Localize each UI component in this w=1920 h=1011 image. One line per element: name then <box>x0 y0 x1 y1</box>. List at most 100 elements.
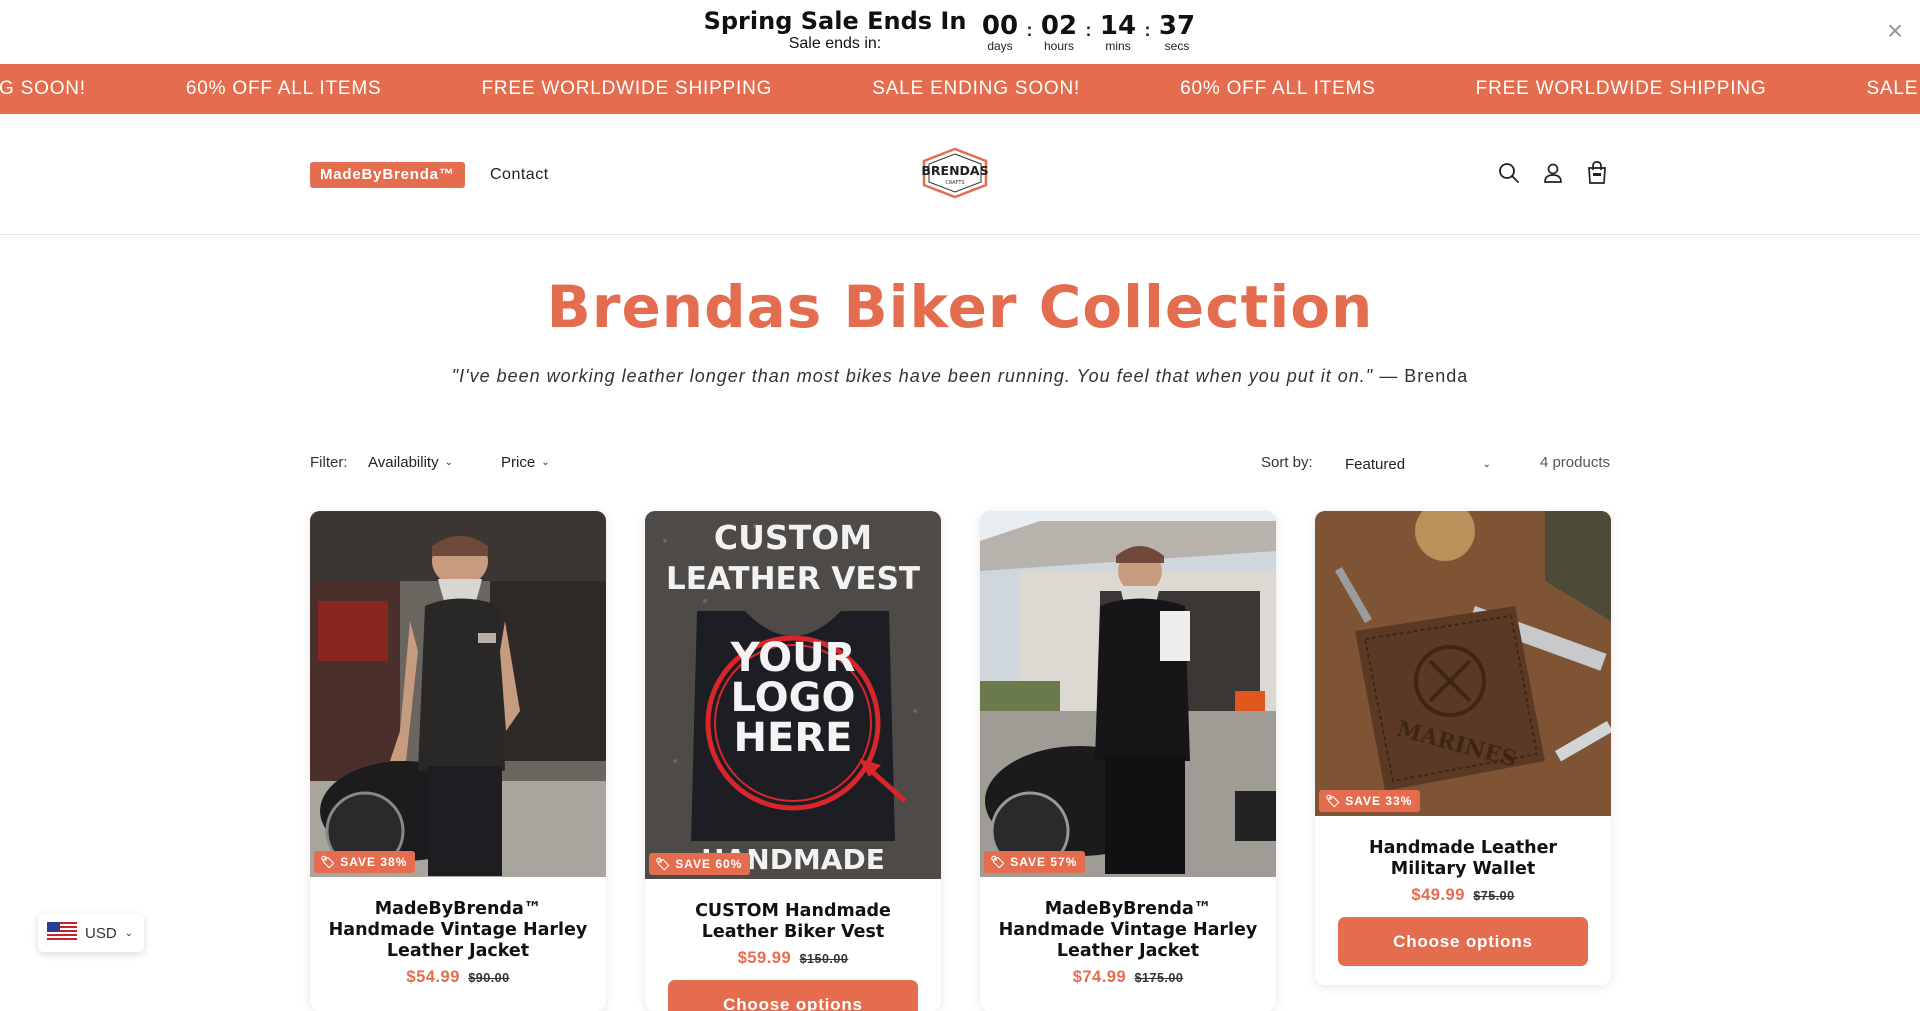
price-row: $54.99 $90.00 <box>310 962 606 987</box>
filter-bar: Filter: Availability ⌄ Price ⌄ Sort by: … <box>310 452 1610 478</box>
currency-selector[interactable]: USD ⌄ <box>38 914 144 952</box>
site-logo[interactable]: BRENDAS CRAFTS <box>920 147 990 199</box>
sale-price: $54.99 <box>406 968 460 986</box>
countdown-timer: 00 days : 02 hours : 14 mins : 37 secs <box>978 12 1199 52</box>
product-card[interactable]: MARINES 🏷 SAVE 33% Handmade Leather Mili… <box>1315 511 1611 985</box>
product-title[interactable]: CUSTOM Handmade Leather Biker Vest <box>645 879 941 943</box>
save-badge-label: SAVE 57% <box>1010 855 1078 869</box>
sort-select[interactable]: Featured ⌄ <box>1335 452 1495 476</box>
marquee-item: 60% OFF ALL ITEMS <box>1180 78 1376 99</box>
countdown-days: 00 days <box>978 12 1022 52</box>
promo-marquee: SALE ENDING SOON! 60% OFF ALL ITEMS FREE… <box>0 64 1920 114</box>
site-header: MadeByBrenda™ Contact BRENDAS CRAFTS <box>0 114 1920 235</box>
save-badge: 🏷 SAVE 33% <box>1319 790 1421 812</box>
product-image[interactable]: 🏷 SAVE 57% <box>980 511 1276 877</box>
countdown-mins-label: mins <box>1105 39 1131 53</box>
countdown-heading: Spring Sale Ends In Sale ends in: <box>700 6 970 52</box>
header-icons <box>1496 160 1610 186</box>
countdown-secs: 37 secs <box>1155 12 1199 52</box>
tag-icon: 🏷 <box>990 855 1007 869</box>
filter-availability-label: Availability <box>368 454 439 471</box>
product-title[interactable]: MadeByBrenda™ Handmade Vintage Harley Le… <box>980 877 1276 962</box>
product-image[interactable]: MARINES 🏷 SAVE 33% <box>1315 511 1611 816</box>
choose-options-button[interactable]: Choose options <box>668 980 918 1011</box>
compare-price: $75.00 <box>1473 889 1515 903</box>
collection-quote: "I've been working leather longer than m… <box>0 364 1920 388</box>
product-image[interactable]: 🏷 SAVE 38% <box>310 511 606 877</box>
sort-value: Featured <box>1345 455 1406 473</box>
filter-price[interactable]: Price ⌄ <box>501 454 550 471</box>
sort-label: Sort by: <box>1261 454 1313 471</box>
countdown-separator: : <box>1085 20 1092 40</box>
image-text: LEATHER VEST <box>666 561 920 597</box>
chevron-down-icon: ⌄ <box>444 457 453 468</box>
currency-code: USD <box>85 924 117 942</box>
filter-availability[interactable]: Availability ⌄ <box>368 454 453 471</box>
image-text: CUSTOM <box>714 518 872 557</box>
marquee-item: SALE ENDING SOON! <box>1866 78 1920 99</box>
chevron-down-icon: ⌄ <box>541 457 550 468</box>
save-badge-label: SAVE 38% <box>340 855 408 869</box>
filter-price-label: Price <box>501 454 536 471</box>
quote-text: "I've been working leather longer than m… <box>451 366 1374 386</box>
marquee-item: FREE WORLDWIDE SHIPPING <box>481 78 773 99</box>
logo-subtext: CRAFTS <box>945 180 964 186</box>
announcement-bar: Spring Sale Ends In Sale ends in: 00 day… <box>0 0 1920 64</box>
price-row: $74.99 $175.00 <box>980 962 1276 987</box>
countdown-days-label: days <box>987 39 1013 53</box>
countdown-title: Spring Sale Ends In <box>703 7 967 35</box>
product-card[interactable]: CUSTOM LEATHER VEST YOUR LOGO HERE HANDM… <box>645 511 941 1011</box>
marquee-item: 60% OFF ALL ITEMS <box>185 78 382 99</box>
countdown-hours: 02 hours <box>1037 12 1081 52</box>
search-icon[interactable] <box>1496 160 1522 186</box>
countdown-separator: : <box>1144 20 1151 40</box>
filter-label: Filter: <box>310 454 348 471</box>
nav-contact-link[interactable]: Contact <box>490 164 549 186</box>
sale-price: $49.99 <box>1411 886 1465 904</box>
product-card[interactable]: 🏷 SAVE 57% MadeByBrenda™ Handmade Vintag… <box>980 511 1276 1011</box>
compare-price: $90.00 <box>468 971 510 985</box>
marquee-item: FREE WORLDWIDE SHIPPING <box>1475 78 1767 99</box>
save-badge-label: SAVE 33% <box>1345 794 1413 808</box>
product-count: 4 products <box>1539 454 1610 471</box>
compare-price: $175.00 <box>1134 971 1184 985</box>
chevron-down-icon: ⌄ <box>124 927 134 939</box>
product-image[interactable]: CUSTOM LEATHER VEST YOUR LOGO HERE HANDM… <box>645 511 941 879</box>
cart-icon[interactable] <box>1584 160 1610 186</box>
marquee-item: SALE ENDING SOON! <box>0 78 86 99</box>
us-flag-icon <box>47 922 77 944</box>
image-text: HERE <box>734 715 853 761</box>
price-row: $59.99 $150.00 <box>645 943 941 968</box>
countdown-subtitle: Sale ends in: <box>788 35 882 52</box>
save-badge-label: SAVE 60% <box>675 857 743 871</box>
product-title[interactable]: MadeByBrenda™ Handmade Vintage Harley Le… <box>310 877 606 962</box>
countdown-secs-label: secs <box>1164 39 1190 53</box>
countdown-days-value: 00 <box>981 11 1019 41</box>
countdown-mins-value: 14 <box>1099 11 1137 41</box>
logo-text: BRENDAS <box>921 163 988 178</box>
choose-options-button[interactable]: Choose options <box>1338 917 1588 966</box>
countdown-separator: : <box>1026 20 1033 40</box>
marquee-track: SALE ENDING SOON! 60% OFF ALL ITEMS FREE… <box>0 64 1920 114</box>
sale-price: $59.99 <box>737 949 792 967</box>
chevron-down-icon: ⌄ <box>1482 458 1491 470</box>
save-badge: 🏷 SAVE 57% <box>984 851 1086 873</box>
sale-price: $74.99 <box>1072 968 1127 986</box>
tag-icon: 🏷 <box>1325 794 1342 808</box>
product-title[interactable]: Handmade Leather Military Wallet <box>1315 816 1611 880</box>
quote-author: — Brenda <box>1379 366 1469 386</box>
countdown-mins: 14 mins <box>1096 12 1140 52</box>
nav-brand-link[interactable]: MadeByBrenda™ <box>310 162 465 188</box>
product-card[interactable]: 🏷 SAVE 38% MadeByBrenda™ Handmade Vintag… <box>310 511 606 1011</box>
close-icon[interactable]: × <box>1880 16 1910 46</box>
marquee-item: SALE ENDING SOON! <box>872 78 1081 99</box>
tag-icon: 🏷 <box>655 857 672 871</box>
collection-title: Brendas Biker Collection <box>546 273 1374 341</box>
save-badge: 🏷 SAVE 38% <box>314 851 416 873</box>
price-row: $49.99 $75.00 <box>1315 880 1611 905</box>
countdown-secs-value: 37 <box>1158 11 1196 41</box>
account-icon[interactable] <box>1540 160 1566 186</box>
save-badge: 🏷 SAVE 60% <box>649 853 751 875</box>
compare-price: $150.00 <box>799 952 849 966</box>
countdown-hours-label: hours <box>1043 39 1075 53</box>
